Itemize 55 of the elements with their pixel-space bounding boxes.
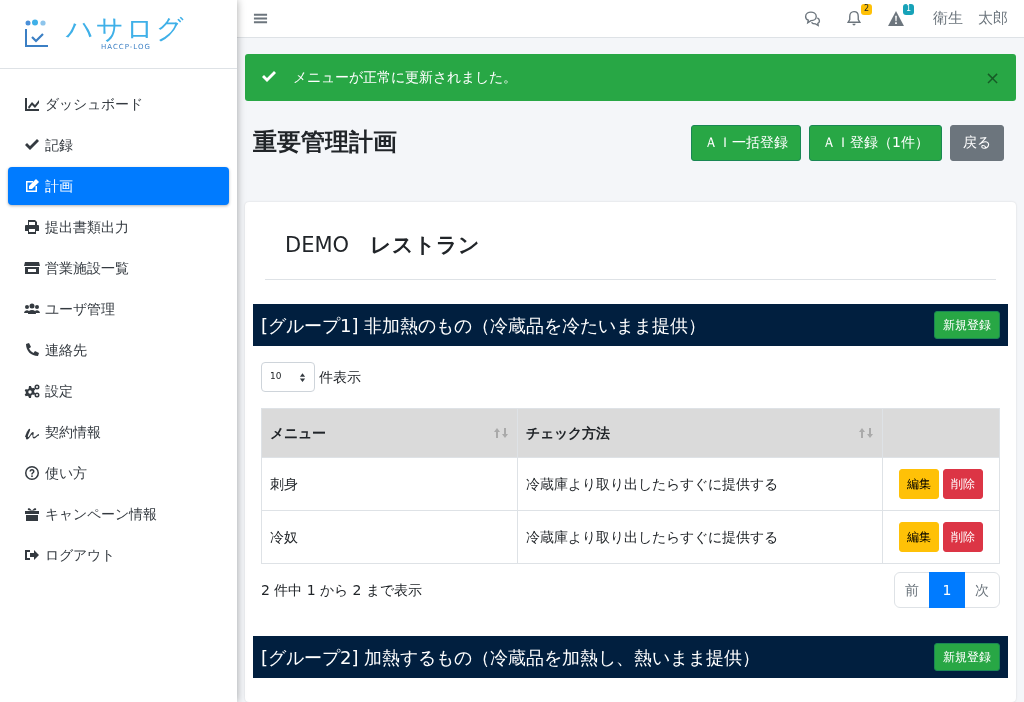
table-cell: 冷蔵庫より取り出したらすぐに提供する	[526, 475, 778, 492]
count-badge: 2	[860, 3, 872, 15]
sidebar-item[interactable]: ログアウト	[8, 536, 229, 574]
printer-icon	[24, 219, 40, 235]
user-name[interactable]: 衛生 太郎	[933, 7, 1008, 30]
column-header[interactable]: メニュー	[270, 422, 326, 444]
sidebar-item[interactable]: 提出書類出力	[8, 208, 229, 246]
sidebar-item[interactable]: 使い方	[8, 454, 229, 492]
check-icon	[261, 69, 277, 85]
group-title: [グループ1] 非加熱のもの（冷蔵品を冷たいまま提供）	[261, 313, 707, 338]
gears-icon	[24, 383, 40, 399]
edit-button[interactable]: 編集	[899, 522, 939, 552]
warning-icon[interactable]	[887, 10, 905, 28]
table-cell: 刺身	[270, 475, 298, 492]
edit-button[interactable]: 編集	[899, 469, 939, 499]
card-title: DEMO レストラン	[285, 231, 482, 259]
group-title: [グループ2] 加熱するもの（冷蔵品を加熱し、熱いまま提供）	[261, 645, 761, 670]
sidebar-item[interactable]: 契約情報	[8, 413, 229, 451]
logout-icon	[24, 547, 40, 563]
sidebar-item[interactable]: ダッシュボード	[8, 85, 229, 123]
edit-icon	[24, 178, 40, 194]
page-link[interactable]: 1	[929, 572, 965, 608]
delete-button[interactable]: 削除	[943, 522, 983, 552]
logo-icon	[24, 19, 50, 49]
table-info: 2 件中 1 から 2 まで表示	[261, 580, 422, 600]
chart-icon	[24, 96, 40, 112]
count-badge: 1	[902, 3, 914, 15]
sidebar-item[interactable]: 計画	[8, 167, 229, 205]
question-icon	[24, 465, 40, 481]
action-button[interactable]: 戻る	[950, 124, 1004, 161]
sidebar-item[interactable]: ユーザ管理	[8, 290, 229, 328]
delete-button[interactable]: 削除	[943, 469, 983, 499]
page-length-select[interactable]: 10	[261, 362, 315, 392]
store-icon	[24, 260, 40, 276]
gift-icon	[24, 506, 40, 522]
sidebar-item[interactable]: 設定	[8, 372, 229, 410]
sidebar-item[interactable]: キャンペーン情報	[8, 495, 229, 533]
table-cell: 冷奴	[270, 528, 298, 545]
chat-icon[interactable]	[803, 10, 821, 28]
length-label: 件表示	[319, 367, 361, 387]
bell-icon[interactable]	[845, 10, 863, 28]
sort-caret-icon	[299, 372, 306, 382]
column-header[interactable]: チェック方法	[526, 422, 610, 444]
alert-message: メニューが正常に更新されました。	[293, 67, 517, 87]
table-cell: 冷蔵庫より取り出したらすぐに提供する	[526, 528, 778, 545]
check-icon	[24, 137, 40, 153]
logo-text: ハサログ	[66, 15, 186, 43]
users-icon	[24, 301, 40, 317]
sidebar-item[interactable]: 連絡先	[8, 331, 229, 369]
page-link[interactable]: 前	[894, 572, 930, 608]
phone-icon	[24, 342, 40, 358]
page-title: 重要管理計画	[253, 128, 397, 157]
page-link[interactable]: 次	[964, 572, 1000, 608]
sidebar-item[interactable]: 営業施設一覧	[8, 249, 229, 287]
sidebar-item[interactable]: 記録	[8, 126, 229, 164]
